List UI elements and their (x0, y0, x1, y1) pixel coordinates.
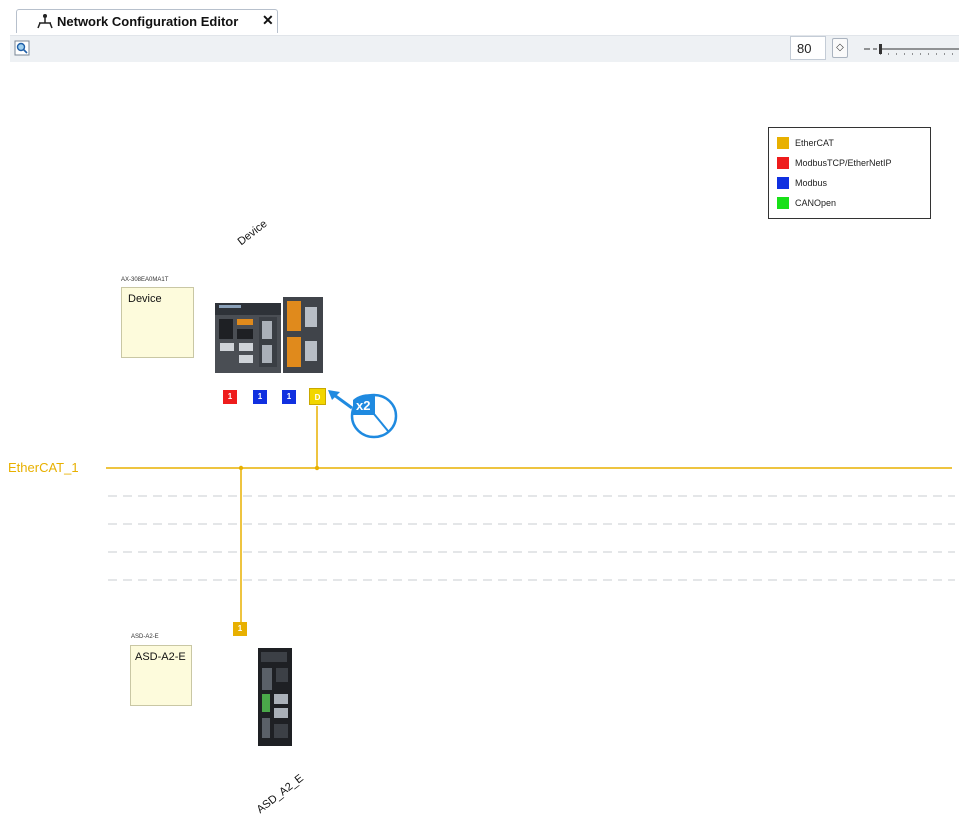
drive-model-label: ASD-A2-E (131, 634, 159, 640)
controller-model-label: AX-308EA0MA1T (121, 277, 169, 283)
controller-rotated-name: Device (235, 217, 270, 248)
plc-controller-image[interactable] (215, 297, 325, 375)
tab-title: Network Configuration Editor (57, 14, 239, 29)
controller-note-label: Device (128, 293, 162, 305)
controller-note-box[interactable]: Device (121, 287, 194, 358)
zoom-fit-icon[interactable] (14, 40, 30, 56)
zoom-level-input[interactable]: 80 (790, 36, 826, 60)
drive-rotated-name: ASD_A2_E (254, 772, 306, 816)
legend-swatch (777, 177, 789, 189)
port-drive-ethercat[interactable]: 1 (233, 622, 247, 636)
legend-swatch (777, 197, 789, 209)
double-click-mouse-icon (328, 390, 398, 439)
drive-note-box[interactable]: ASD-A2-E (130, 645, 192, 706)
legend-swatch (777, 157, 789, 169)
legend-label: CANOpen (795, 198, 837, 208)
legend-label: Modbus (795, 178, 828, 188)
zoom-spinner-button[interactable]: ◇ (832, 38, 848, 58)
ethercat-bus-label[interactable]: EtherCAT_1 (8, 460, 79, 475)
close-icon[interactable]: ✕ (262, 12, 274, 29)
bus-diagram (106, 406, 955, 622)
drive-note-label: ASD-A2-E (135, 651, 186, 663)
legend-label: EtherCAT (795, 138, 834, 148)
legend-label: ModbusTCP/EtherNetIP (795, 158, 892, 168)
callout-text: x2 (356, 398, 371, 413)
tab-network-configuration-editor[interactable]: Network Configuration Editor ✕ (16, 9, 278, 33)
legend-swatch (777, 137, 789, 149)
toolbar: 80 ◇ (0, 33, 959, 67)
servo-drive-image[interactable] (258, 648, 292, 746)
tab-strip: Network Configuration Editor ✕ (0, 0, 959, 34)
network-icon (37, 14, 53, 29)
protocol-legend: EtherCAT ModbusTCP/EtherNetIP Modbus CAN… (768, 127, 931, 219)
zoom-slider[interactable] (862, 39, 959, 59)
